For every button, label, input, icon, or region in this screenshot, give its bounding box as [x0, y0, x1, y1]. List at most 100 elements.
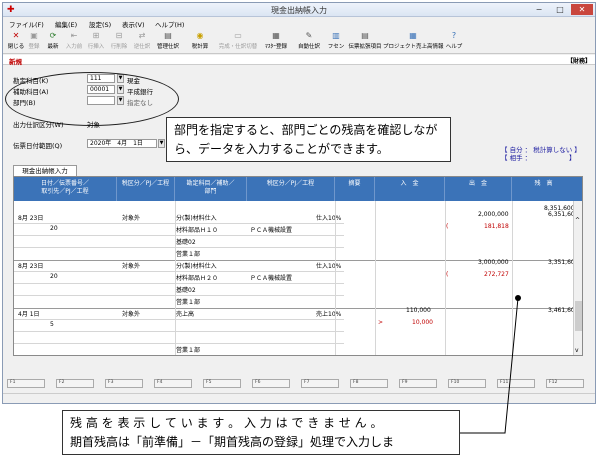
scroll-down-icon[interactable]: v: [575, 347, 579, 354]
switch-icon: ▭: [234, 31, 242, 40]
row-tax: 仕入10%: [316, 215, 342, 222]
function-key-f1[interactable]: F1: [7, 379, 45, 388]
row-date: 4月 1日: [18, 311, 40, 318]
row-withdrawal: 3,000,000: [478, 259, 509, 266]
row-account: 分(製)材料仕入: [176, 263, 217, 270]
row-slip: 20: [50, 273, 58, 280]
row-sub-account: 材料部品Ｈ２０: [176, 275, 219, 282]
date-range-label: 伝票日付範囲(Q): [13, 142, 63, 150]
date-range-input[interactable]: 2020年 4月 1日: [87, 139, 157, 148]
project-icon: ▦: [409, 31, 417, 40]
toolbar-button-refresh[interactable]: ⟳ 最新: [43, 31, 63, 53]
row-deposit-tax: 10,000: [412, 319, 433, 326]
row-dept2: 営業１部: [176, 299, 201, 306]
vertical-scrollbar[interactable]: ^ v: [573, 201, 582, 355]
toolbar: ✕ 閉じる ▣ 登録 ⟳ 最新 ⇤ 入力前 ⊞ 行挿入 ⊟ 行削除 ⇄ 逆仕訳 ▤ 管理仕訳 ◉ 税計算 ▭ 完成・仕…: [3, 30, 595, 54]
close-window-button[interactable]: ✕: [571, 4, 593, 15]
menu-edit[interactable]: 編集(E): [55, 19, 77, 29]
row-withdrawal-tax: 272,727: [484, 271, 509, 278]
maximize-button[interactable]: □: [550, 4, 570, 15]
toolbar-button-auto[interactable]: ✎ 自動仕訳: [293, 31, 325, 53]
toolbar-button-manage[interactable]: ▤ 管理仕訳: [153, 31, 183, 53]
toolbar-button-label: 完成・仕訳切替: [218, 44, 258, 50]
header-tax-class-2: 税区分／PJ／工程: [247, 177, 335, 201]
row-partner: ＰＣＡ機械設置: [250, 275, 293, 282]
minimize-button[interactable]: −: [529, 4, 549, 15]
row-tax-mark: >: [378, 319, 384, 326]
function-key-f9[interactable]: F9: [399, 379, 437, 388]
menu-file[interactable]: ファイル(F): [9, 19, 44, 29]
row-dept2: 営業１部: [176, 251, 201, 258]
function-key-f2[interactable]: F2: [56, 379, 94, 388]
toolbar-button-sticky-note[interactable]: ▥ フセン: [325, 31, 347, 53]
toolbar-button-close[interactable]: ✕ 閉じる: [7, 31, 25, 53]
row-tax: 売上10%: [316, 311, 342, 318]
row-tax-mark: (: [446, 223, 449, 230]
row-tax: 仕入10%: [316, 263, 342, 270]
cell-divider: [14, 235, 344, 236]
menu-view[interactable]: 表示(V): [122, 19, 145, 29]
row-slip: 20: [50, 225, 58, 232]
cell-divider: [14, 223, 344, 224]
output-class-value[interactable]: 対象: [87, 119, 100, 129]
auto-icon: ✎: [305, 31, 313, 40]
toolbar-button-label: 最新: [47, 44, 59, 50]
menu-help[interactable]: ヘルプ(H): [155, 19, 184, 29]
header-account: 勘定科目／補助／ 部門: [175, 177, 247, 201]
department-callout-text: 部門を指定すると、部門ごとの残高を確認しながら、データを入力することができます。: [174, 123, 438, 156]
row-tax-mark: (: [446, 271, 449, 278]
toolbar-button-project[interactable]: ▦ プロジェクト売上高情報: [383, 31, 444, 53]
output-class-label: 出力仕訳区分(W): [13, 121, 64, 129]
row-partner: ＰＣＡ機械設置: [250, 227, 293, 234]
menu-settings[interactable]: 設定(S): [89, 19, 111, 29]
toolbar-button-master[interactable]: ▦ ﾏｽﾀｰ登録: [259, 31, 293, 53]
menu-bar: ファイル(F) 編集(E) 設定(S) 表示(V) ヘルプ(H): [3, 18, 595, 29]
function-key-f8[interactable]: F8: [350, 379, 388, 388]
row-delete-icon: ⊟: [115, 31, 123, 40]
department-callout: 部門を指定すると、部門ごとの残高を確認しながら、データを入力することができます。: [166, 117, 451, 162]
function-key-f12[interactable]: F12: [546, 379, 584, 388]
sticky-note-icon: ▥: [332, 31, 340, 40]
status-bar: [3, 393, 595, 403]
toolbar-button-help[interactable]: ? ヘルプ: [443, 31, 465, 53]
function-key-f10[interactable]: F10: [448, 379, 486, 388]
toolbar-button-row-insert[interactable]: ⊞ 行挿入: [85, 31, 107, 53]
cell-divider: [14, 247, 344, 248]
scroll-thumb[interactable]: [575, 301, 582, 331]
row-withdrawal: 2,000,000: [478, 211, 509, 218]
date-range-dropdown[interactable]: ▼: [158, 139, 165, 148]
toolbar-button-label: 伝票拡張項目: [348, 44, 382, 50]
save-icon: ▣: [30, 31, 38, 40]
header-deposit: 入 金: [375, 177, 445, 201]
function-key-f11[interactable]: F11: [497, 379, 535, 388]
header-summary: 摘要: [335, 177, 375, 201]
partner-tax-status: 【 相手 ： 】: [501, 154, 576, 162]
function-key-f4[interactable]: F4: [154, 379, 192, 388]
row-date: 8月 23日: [18, 215, 44, 222]
toolbar-button-extend[interactable]: ▤ 伝票拡張項目: [347, 31, 383, 53]
function-key-f6[interactable]: F6: [252, 379, 290, 388]
toolbar-button-reverse[interactable]: ⇄ 逆仕訳: [131, 31, 153, 53]
toolbar-button-save[interactable]: ▣ 登録: [25, 31, 43, 53]
column-divider: [375, 201, 376, 355]
function-key-bar: F1 F2 F3 F4 F5 F6 F7 F8 F9 F10 F11 F12: [7, 379, 593, 389]
function-key-f5[interactable]: F5: [203, 379, 241, 388]
row-date: 8月 23日: [18, 263, 44, 270]
toolbar-button-tax[interactable]: ◉ 税計算: [183, 31, 217, 53]
function-key-f7[interactable]: F7: [301, 379, 339, 388]
tab-cash-ledger[interactable]: 現金出納帳入力: [13, 165, 77, 176]
toolbar-button-switch[interactable]: ▭ 完成・仕訳切替: [217, 31, 259, 53]
row-dept: 基礎02: [176, 239, 196, 246]
column-divider: [445, 201, 446, 355]
app-window: ✚ 現金出納帳入力 − □ ✕ ファイル(F) 編集(E) 設定(S) 表示(V…: [2, 2, 596, 404]
row-target: 対象外: [122, 311, 141, 318]
toolbar-button-label: 登録: [28, 44, 40, 50]
row-account: 分(製)材料仕入: [176, 215, 217, 222]
header-balance: 残 高: [534, 180, 553, 187]
function-key-f3[interactable]: F3: [105, 379, 143, 388]
scroll-up-icon[interactable]: ^: [575, 217, 580, 224]
toolbar-button-prev[interactable]: ⇤ 入力前: [63, 31, 85, 53]
balance-callout-line1: 残 高 を 表 示 し て い ま す 。 入 力 は で き ま せ ん 。: [70, 416, 383, 430]
pointer-dot: [515, 295, 521, 301]
toolbar-button-row-delete[interactable]: ⊟ 行削除: [107, 31, 131, 53]
